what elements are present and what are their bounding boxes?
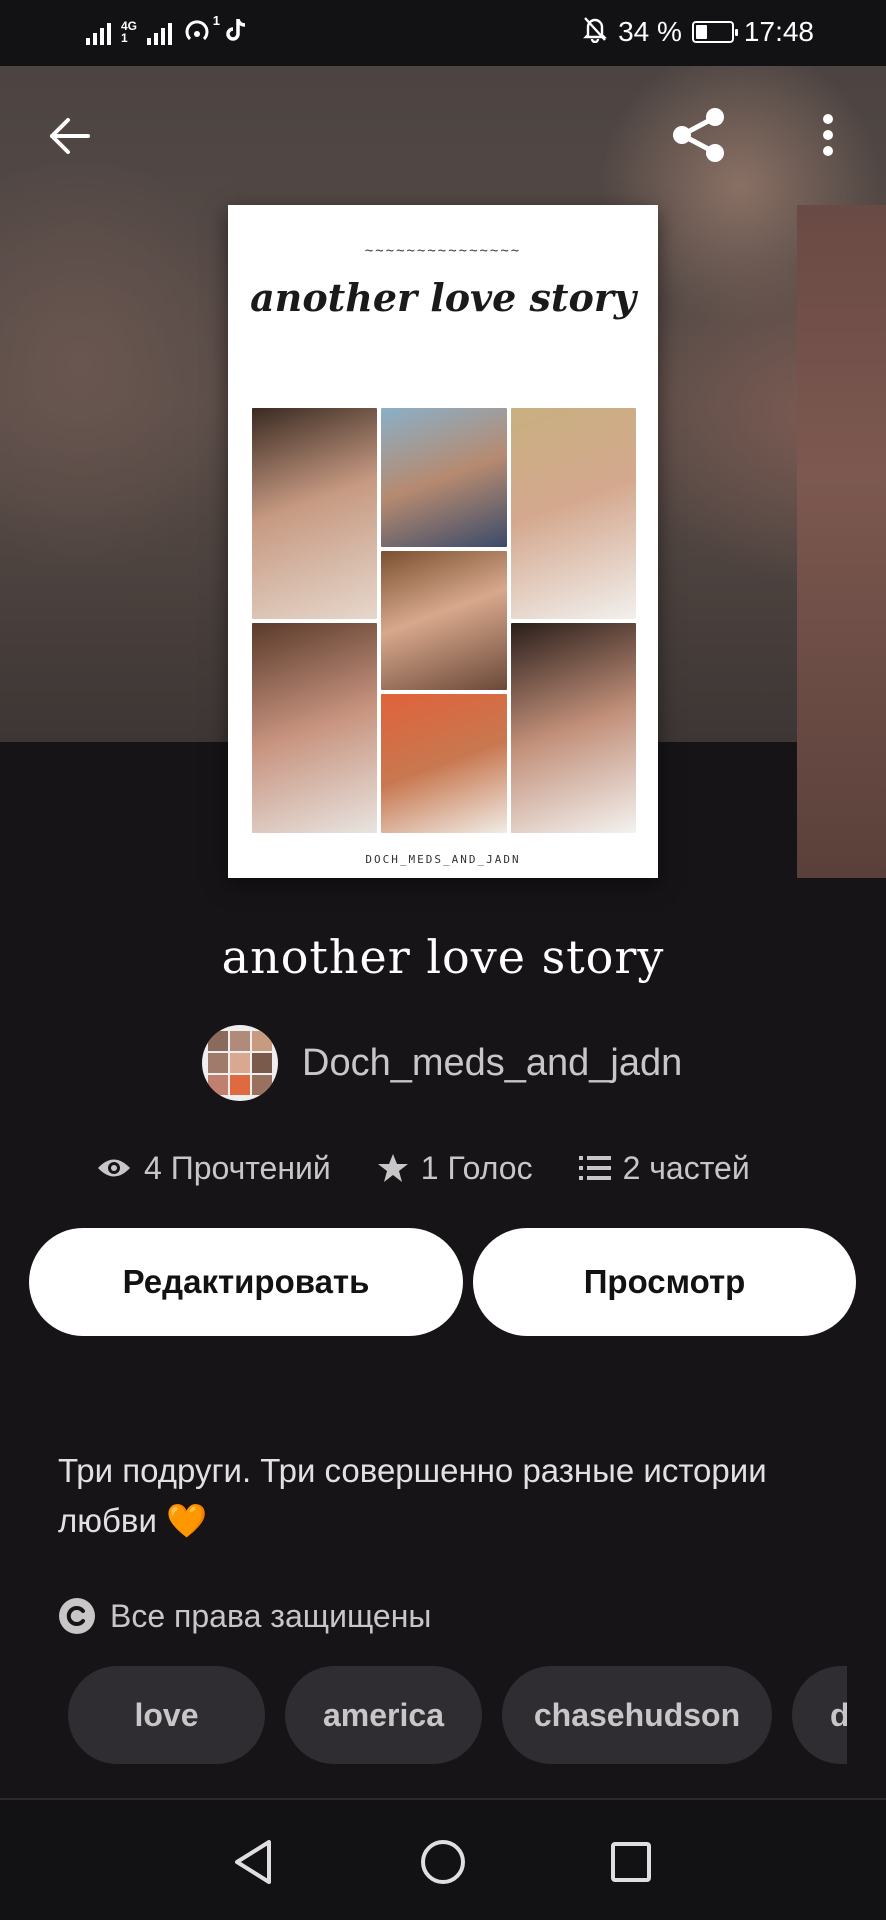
heart-emoji: 🧡 (166, 1502, 208, 1539)
arrow-left-icon (50, 118, 90, 154)
status-right: 34 % 17:48 (582, 14, 814, 50)
collage-photo (381, 694, 507, 833)
collage-photo (510, 622, 636, 833)
author-name[interactable]: Doch_meds_and_jadn (302, 1042, 682, 1085)
system-nav-bar (0, 1798, 886, 1920)
cover-photo-collage (252, 408, 636, 833)
more-button[interactable] (806, 100, 850, 170)
battery-fill (695, 25, 708, 39)
cover-title: another love story (250, 275, 636, 320)
share-icon (673, 108, 724, 162)
status-bar: 4G 1 1 34 % 17:48 (0, 0, 886, 66)
reads-stat: 4 Прочтений (96, 1150, 331, 1187)
status-left: 4G 1 1 (86, 13, 248, 50)
votes-count: 1 Голос (420, 1149, 533, 1186)
cover-decoration: ~~~~~~~~~~~~~~~ (364, 243, 522, 259)
book-cover[interactable]: ~~~~~~~~~~~~~~~ another love story DOCH_… (228, 205, 658, 878)
signal-icon (86, 19, 111, 45)
cover-author: DOCH_MEDS_AND_JADN (365, 853, 521, 866)
edit-button[interactable]: Редактировать (29, 1228, 463, 1336)
collage-photo (252, 622, 378, 833)
battery-percent: 34 % (618, 16, 682, 47)
book-title: another love story (221, 930, 665, 984)
tag-love[interactable]: love (68, 1666, 265, 1764)
network-label-bottom: 1 (121, 31, 128, 45)
signal-2-icon (147, 19, 173, 45)
collage-photo (381, 551, 507, 690)
tiktok-icon (226, 17, 248, 48)
copyright-row: Все права защищены (58, 1594, 431, 1638)
clock: 17:48 (743, 16, 814, 47)
battery-icon (691, 21, 738, 43)
nav-recents-button[interactable] (599, 1830, 663, 1894)
tag-chasehudson[interactable]: chasehudson (502, 1666, 772, 1764)
parts-stat: 2 частей (578, 1149, 750, 1187)
back-button[interactable] (40, 106, 100, 166)
nav-home-button[interactable] (411, 1830, 475, 1894)
collage-photo (510, 408, 636, 619)
tag-america[interactable]: america (285, 1666, 482, 1764)
network-type: 4G 1 (121, 20, 137, 44)
collage-photo (381, 408, 507, 547)
bell-off-icon (582, 15, 608, 50)
collage-photo (252, 408, 378, 619)
preview-button[interactable]: Просмотр (473, 1228, 856, 1336)
tag-partial[interactable]: d (792, 1666, 847, 1764)
avatar[interactable] (202, 1025, 278, 1101)
tags-list[interactable]: love america chasehudson d (68, 1666, 847, 1764)
copyright-icon (59, 1598, 95, 1634)
nav-back-button[interactable] (221, 1830, 285, 1894)
next-book-cover[interactable] (797, 205, 886, 878)
reads-count: 4 Прочтений (144, 1149, 331, 1186)
parts-count: 2 частей (622, 1149, 750, 1186)
copyright-label: Все права защищены (110, 1597, 432, 1634)
hotspot-icon: 1 (182, 13, 220, 47)
description-text: Три подруги. Три совершенно разные истор… (58, 1452, 767, 1539)
eye-icon (98, 1159, 130, 1177)
more-vertical-icon (823, 114, 833, 156)
votes-stat: 1 Голос (377, 1150, 533, 1187)
book-stats: 4 Прочтений 1 Голос 2 частей (96, 1142, 750, 1194)
share-button[interactable] (664, 100, 734, 170)
hotspot-badge: 1 (212, 13, 221, 28)
square-recents-icon (611, 1842, 651, 1882)
circle-home-icon (421, 1840, 465, 1884)
description: Три подруги. Три совершенно разные истор… (58, 1446, 838, 1546)
list-icon (578, 1156, 611, 1180)
author-row[interactable]: Doch_meds_and_jadn (202, 1025, 682, 1101)
star-icon (377, 1154, 408, 1182)
triangle-back-icon (235, 1840, 271, 1884)
